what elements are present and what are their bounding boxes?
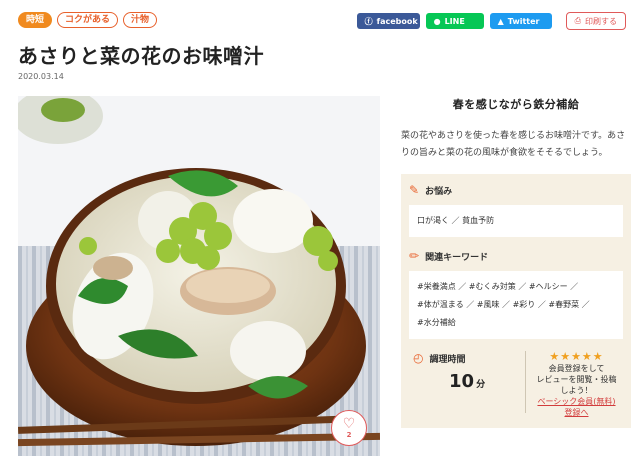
star-rating-icon: ★★★★★ — [549, 350, 604, 363]
keyword-line[interactable]: #体が温まる ／ #風味 ／ #彩り ／ #春野菜 ／ — [417, 296, 615, 314]
divider — [525, 351, 526, 413]
tag-koku[interactable]: コクがある — [57, 12, 119, 28]
review-block: ★★★★★ 会員登録をして レビューを閲覧・投稿 しよう！ ベーシック会員(無料… — [530, 351, 623, 418]
line-share-button[interactable]: ● LINE — [425, 13, 484, 29]
keyword-line[interactable]: #栄養満点 ／ #むくみ対策 ／ #ヘルシー ／ — [417, 278, 615, 296]
line-label: LINE — [444, 16, 465, 26]
cook-time-block: ◴ 調理時間 10 分 — [409, 351, 521, 392]
tag-list: 時短 コクがある 汁物 — [18, 12, 158, 28]
member-link[interactable]: ベーシック会員(無料) — [537, 397, 615, 406]
printer-icon: ⎙ — [574, 16, 581, 25]
clock-icon: ◴ — [413, 351, 424, 365]
memo-icon: ✎ — [409, 183, 420, 197]
concern-title: ✎ お悩み — [409, 183, 623, 197]
keyword-title: ✏ 関連キーワード — [409, 249, 623, 263]
favorite-button[interactable]: ♡ 2 — [331, 410, 367, 446]
register-link[interactable]: 登録へ — [565, 408, 589, 417]
twitter-label: Twitter — [507, 16, 540, 26]
review-text: しよう！ — [560, 386, 593, 395]
cook-time-label: 調理時間 — [429, 354, 466, 365]
line-icon: ● — [433, 16, 441, 26]
facebook-share-button[interactable]: ⓕ facebook — [356, 13, 420, 29]
recipe-description: 菜の花やあさりを使った春を感じるお味噌汁です。あさりの旨みと菜の花の風味が食欲を… — [401, 131, 626, 158]
recipe-photo — [18, 96, 380, 456]
concern-title-label: お悩み — [425, 186, 453, 197]
review-text: 会員登録をして — [548, 364, 605, 373]
recipe-sidebar: 春を感じながら鉄分補給 菜の花やあさりを使った春を感じるお味噌汁です。あさりの旨… — [401, 96, 631, 428]
print-label: 印刷する — [585, 16, 617, 26]
favorite-count: 2 — [346, 430, 352, 439]
twitter-share-button[interactable]: ▲ Twitter — [489, 13, 552, 29]
publish-date: 2020.03.14 — [18, 72, 64, 81]
cook-time-value: 10 分 — [449, 371, 486, 392]
tag-shirumono[interactable]: 汁物 — [123, 12, 158, 28]
keyword-line[interactable]: #水分補給 — [417, 314, 615, 332]
concern-list[interactable]: 口が渇く ／ 貧血予防 — [409, 205, 623, 237]
facebook-icon: ⓕ — [364, 16, 373, 26]
keyword-list: #栄養満点 ／ #むくみ対策 ／ #ヘルシー ／ #体が温まる ／ #風味 ／ … — [409, 271, 623, 339]
tag-jitan[interactable]: 時短 — [18, 12, 53, 28]
facebook-label: facebook — [376, 16, 418, 26]
keyword-title-label: 関連キーワード — [425, 252, 489, 263]
share-bar: ⓕ facebook ● LINE ▲ Twitter ⎙ 印刷する — [356, 12, 626, 30]
pencil-icon: ✏ — [409, 249, 420, 263]
sidebar-heading: 春を感じながら鉄分補給 — [452, 98, 580, 111]
page-title: あさりと菜の花のお味噌汁 — [18, 44, 264, 68]
review-text: レビューを閲覧・投稿 — [536, 375, 617, 384]
print-button[interactable]: ⎙ 印刷する — [565, 12, 626, 30]
twitter-icon: ▲ — [497, 16, 504, 26]
info-panel: ✎ お悩み 口が渇く ／ 貧血予防 ✏ 関連キーワード #栄養満点 ／ #むくみ… — [401, 174, 631, 428]
heart-icon: ♡ — [342, 415, 356, 432]
cook-info: ◴ 調理時間 10 分 ★★★★★ 会員登録をして レビューを閲覧・投稿 しよう！… — [409, 351, 623, 418]
